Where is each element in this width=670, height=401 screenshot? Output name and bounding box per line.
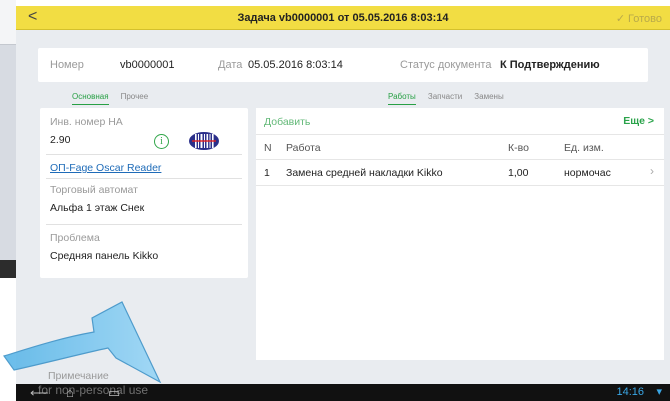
main-tabs: Основная Прочее [72, 90, 157, 105]
vending-machine-label: Торговый автомат [50, 184, 138, 196]
chevron-right-icon: › [650, 164, 654, 178]
divider [46, 178, 242, 179]
model-field: ОП-Fage Oscar Reader [50, 162, 238, 174]
status-value: К Подтверждению [500, 59, 600, 71]
row-qty: 1,00 [508, 167, 529, 179]
column-header-unit: Ед. изм. [564, 142, 604, 154]
detail-tabs: Работы Запчасти Замены [388, 90, 513, 105]
more-button[interactable]: Еще > [623, 115, 654, 127]
document-info-row: Номер vb0000001 Дата 05.05.2016 8:03:14 … [38, 48, 648, 82]
inventory-number-label: Инв. номер НА [50, 116, 123, 128]
table-row[interactable]: 1 Замена средней накладки Kikko 1,00 нор… [256, 160, 664, 186]
problem-value: Средняя панель Kikko [50, 250, 159, 262]
column-header-work: Работа [286, 142, 321, 154]
tab-works[interactable]: Работы [388, 92, 416, 105]
tab-other[interactable]: Прочее [121, 92, 149, 104]
row-unit: нормочас [564, 167, 611, 179]
tab-parts[interactable]: Запчасти [428, 92, 462, 104]
date-label: Дата [218, 59, 243, 71]
wifi-icon: ▾ [656, 386, 662, 398]
vending-machine-value: Альфа 1 этаж Снек [50, 202, 145, 214]
problem-field[interactable]: Проблема Средняя панель Kikko [50, 232, 238, 262]
add-work-button[interactable]: Добавить [264, 116, 310, 128]
divider [46, 224, 242, 225]
number-label: Номер [50, 59, 84, 71]
annotation-arrow-icon [3, 301, 162, 384]
column-header-qty: К-во [508, 142, 529, 154]
vending-machine-field[interactable]: Торговый автомат Альфа 1 этаж Снек [50, 184, 238, 214]
title-bar: < Задача vb0000001 от 05.05.2016 8:03:14… [16, 6, 670, 30]
problem-label: Проблема [50, 232, 100, 244]
done-button[interactable]: ✓ Готово [616, 12, 662, 25]
pencil-check-icon: ✓ [615, 13, 626, 25]
column-header-n: N [264, 142, 272, 154]
table-header: N Работа К-во Ед. изм. [256, 134, 664, 160]
status-label: Статус документа [400, 59, 492, 71]
tab-main[interactable]: Основная [72, 92, 109, 105]
tab-replacements[interactable]: Замены [474, 92, 503, 104]
works-table: N Работа К-во Ед. изм. 1 Замена средней … [256, 134, 664, 186]
info-icon[interactable]: i [154, 134, 169, 149]
page-title: Задача vb0000001 от 05.05.2016 8:03:14 [237, 12, 449, 24]
barcode-scanner-icon[interactable] [188, 131, 220, 151]
model-link[interactable]: ОП-Fage Oscar Reader [50, 162, 161, 174]
divider [46, 154, 242, 155]
row-work: Замена средней накладки Kikko [286, 167, 443, 179]
row-n: 1 [264, 167, 270, 179]
works-panel: Добавить Еще > N Работа К-во Ед. изм. 1 … [256, 108, 664, 360]
done-label: Готово [628, 13, 662, 25]
status-clock: 14:16 [616, 386, 644, 398]
date-value: 05.05.2016 8:03:14 [248, 59, 343, 71]
number-value: vb0000001 [120, 59, 175, 71]
